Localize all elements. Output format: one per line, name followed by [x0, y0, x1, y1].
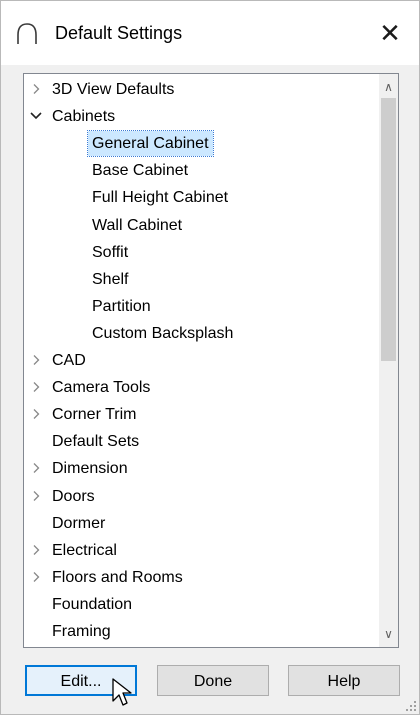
chevron-down-icon: ∨	[384, 627, 393, 641]
tree-item-label: Soffit	[92, 243, 129, 261]
tree-item-label: Partition	[92, 297, 151, 315]
tree-item-label: Electrical	[52, 541, 117, 559]
chevron-up-icon: ∧	[384, 80, 393, 94]
settings-tree-panel: 3D View Defaults Cabinets General Cabinet B…	[23, 73, 399, 648]
resize-grip-icon[interactable]	[405, 700, 417, 712]
dialog-buttons: Edit... Done Help	[1, 657, 419, 697]
tree-item[interactable]: Corner Trim	[24, 401, 380, 428]
tree-item[interactable]: Soffit	[24, 239, 380, 266]
tree-item[interactable]: Full Height Cabinet	[24, 184, 380, 211]
tree-item[interactable]: CAD	[24, 347, 380, 374]
scroll-down-button[interactable]: ∨	[379, 625, 398, 643]
chevron-right-icon[interactable]	[28, 537, 44, 564]
title-bar: Default Settings ✕	[1, 1, 419, 65]
tree-item-label: Framing	[52, 623, 111, 640]
tree-item-label: Cabinets	[52, 108, 116, 126]
help-button[interactable]: Help	[288, 665, 400, 696]
close-icon: ✕	[379, 17, 401, 48]
scroll-up-button[interactable]: ∧	[379, 78, 398, 96]
tree-item[interactable]: Electrical	[24, 537, 380, 564]
tree-item-label: Full Height Cabinet	[92, 189, 229, 207]
close-button[interactable]: ✕	[361, 1, 419, 65]
tree-item[interactable]: Base Cabinet	[24, 157, 380, 184]
tree-item-label: Wall Cabinet	[92, 216, 183, 234]
tree-item[interactable]: Default Sets	[24, 428, 380, 455]
tree-item-label: Floors and Rooms	[52, 568, 183, 586]
tree-item[interactable]: Doors	[24, 483, 380, 510]
chevron-right-icon[interactable]	[28, 483, 44, 510]
arc-app-icon	[17, 23, 37, 44]
tree-item-label: Doors	[52, 487, 95, 505]
tree-item[interactable]: Custom Backsplash	[24, 320, 380, 347]
tree-item-label: Default Sets	[52, 433, 140, 451]
tree-item-label: Corner Trim	[52, 406, 137, 424]
chevron-down-icon[interactable]	[28, 103, 44, 130]
tree-item-label: General Cabinet	[87, 130, 214, 158]
tree-item[interactable]: Partition	[24, 293, 380, 320]
tree-item-label: Dimension	[52, 460, 128, 478]
tree-item[interactable]: Dormer	[24, 510, 380, 537]
tree-item[interactable]: Cabinets	[24, 103, 380, 130]
scrollbar-thumb[interactable]	[381, 98, 396, 361]
chevron-right-icon[interactable]	[28, 455, 44, 482]
tree-item-label: CAD	[52, 352, 86, 369]
tree-item-label: Dormer	[52, 514, 106, 532]
vertical-scrollbar[interactable]: ∧ ∨	[379, 74, 398, 647]
tree-item-label: Custom Backsplash	[92, 324, 234, 342]
tree-item[interactable]: General Cabinet	[24, 130, 380, 158]
tree-item[interactable]: Wall Cabinet	[24, 212, 380, 239]
tree-item[interactable]: Camera Tools	[24, 374, 380, 401]
done-button[interactable]: Done	[157, 665, 269, 696]
window-title: Default Settings	[55, 23, 183, 43]
settings-tree: 3D View Defaults Cabinets General Cabinet B…	[24, 74, 380, 647]
tree-item[interactable]: Foundation	[24, 591, 380, 618]
chevron-right-icon[interactable]	[28, 401, 44, 428]
default-settings-dialog: Default Settings ✕ 3D View Defaults Cabin…	[0, 0, 420, 715]
tree-item-label: 3D View Defaults	[52, 81, 175, 98]
mouse-pointer-icon	[112, 678, 132, 706]
tree-item[interactable]: 3D View Defaults	[24, 76, 380, 103]
tree-item[interactable]: Framing	[24, 618, 380, 645]
chevron-right-icon[interactable]	[28, 564, 44, 591]
tree-item-label: Foundation	[52, 595, 133, 613]
tree-item-label: Base Cabinet	[92, 162, 189, 180]
tree-item[interactable]: Shelf	[24, 266, 380, 293]
tree-item-label: Shelf	[92, 270, 129, 288]
tree-item-label: Camera Tools	[52, 379, 151, 397]
tree-item[interactable]: Dimension	[24, 455, 380, 482]
chevron-right-icon[interactable]	[28, 76, 44, 103]
chevron-right-icon[interactable]	[28, 374, 44, 401]
tree-item[interactable]: Floors and Rooms	[24, 564, 380, 591]
chevron-right-icon[interactable]	[28, 347, 44, 374]
